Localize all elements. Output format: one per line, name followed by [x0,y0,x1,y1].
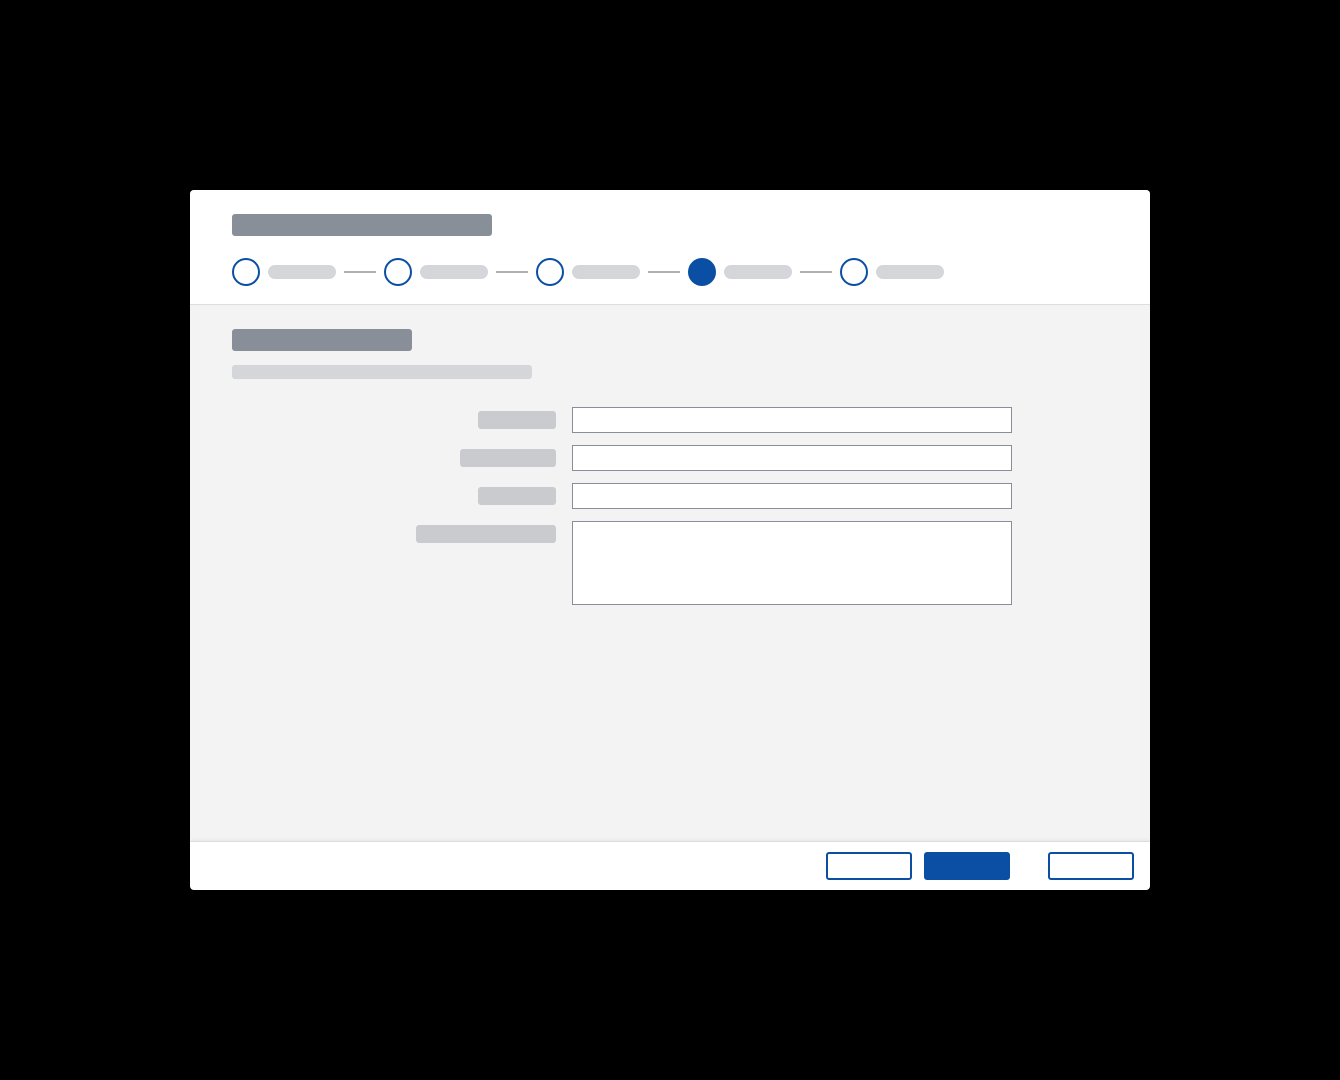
field-textarea-4[interactable] [572,521,1012,605]
step-5[interactable] [840,258,944,286]
stepper [232,258,1108,286]
field-label-1 [232,407,572,429]
step-4[interactable] [688,258,792,286]
step-2[interactable] [384,258,488,286]
form-row [232,483,1108,509]
field-label-4 [232,521,572,543]
next-button[interactable] [924,852,1010,880]
form-row [232,521,1108,605]
step-circle-icon [232,258,260,286]
step-circle-icon [536,258,564,286]
field-label-2 [232,445,572,467]
wizard-window [190,190,1150,890]
step-1[interactable] [232,258,336,286]
step-circle-icon [688,258,716,286]
section-subtitle [232,365,532,379]
step-label [876,265,944,279]
wizard-title [232,214,492,236]
step-label [268,265,336,279]
form-row [232,445,1108,471]
step-label [724,265,792,279]
step-label [572,265,640,279]
form-row [232,407,1108,433]
step-circle-icon [840,258,868,286]
step-connector [344,271,376,273]
section-title [232,329,412,351]
step-connector [496,271,528,273]
step-label [420,265,488,279]
wizard-body [190,305,1150,841]
field-input-3[interactable] [572,483,1012,509]
back-button[interactable] [826,852,912,880]
step-3[interactable] [536,258,640,286]
cancel-button[interactable] [1048,852,1134,880]
field-label-3 [232,483,572,505]
step-circle-icon [384,258,412,286]
field-input-2[interactable] [572,445,1012,471]
wizard-header [190,190,1150,305]
wizard-footer [190,841,1150,890]
field-input-1[interactable] [572,407,1012,433]
step-connector [648,271,680,273]
step-connector [800,271,832,273]
